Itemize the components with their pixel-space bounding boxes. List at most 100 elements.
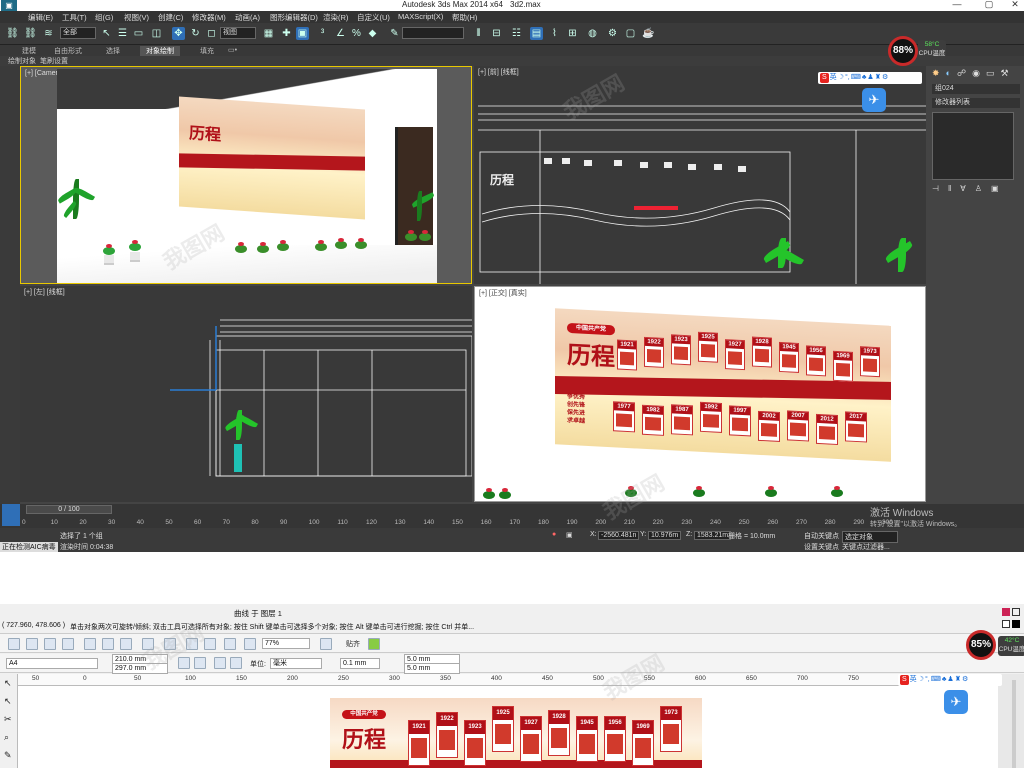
coord-z[interactable]: 1583.21m (694, 531, 732, 540)
coord-x[interactable]: -2560.481n (598, 531, 640, 540)
shirt-icon[interactable]: ♜ (875, 73, 881, 83)
vertical-scrollbar[interactable] (1012, 680, 1016, 768)
schematic-view-icon[interactable]: ⊞ (566, 27, 579, 40)
skin-icon[interactable]: ♣ (862, 73, 867, 83)
moon-icon[interactable]: ☽ (838, 73, 844, 83)
utilities-tab-icon[interactable]: ⚒ (1000, 68, 1008, 80)
key-filters-button[interactable]: 关键点过滤器... (842, 542, 890, 552)
menu-modifiers[interactable]: 修改器(M) (192, 12, 226, 23)
full-screen-icon[interactable] (320, 638, 332, 650)
coord-y[interactable]: 10.976m (648, 531, 682, 540)
tab-selection[interactable]: 选择 (106, 46, 120, 56)
drawing-canvas[interactable]: 中国共产党 历程 1921 1922 1923 1925 1927 1928 1945 195… (18, 686, 998, 768)
duplicate-distance-y[interactable]: 5.0 mm (404, 663, 460, 674)
wall-graphic-corel[interactable]: 中国共产党 历程 1921 1922 1923 1925 1927 1928 1945 195… (330, 698, 702, 768)
remove-modifier-icon[interactable]: ♙ (975, 184, 982, 194)
ime-lang-2[interactable]: 英 (910, 675, 917, 685)
scale-icon[interactable]: ◻ (205, 27, 218, 40)
fill-swatch[interactable] (1002, 608, 1010, 616)
white-swatch[interactable] (1002, 620, 1010, 628)
menu-animation[interactable]: 动画(A) (235, 12, 260, 23)
tab-populate[interactable]: 填充 (200, 46, 214, 56)
percent-snap-icon[interactable]: % (350, 27, 363, 40)
page-height-field[interactable]: 297.0 mm (112, 663, 168, 674)
create-tab-icon[interactable]: ✸ (932, 68, 940, 80)
snap-toggle-icon[interactable]: ³ (316, 27, 329, 40)
nudge-distance-field[interactable]: 0.1 mm (340, 658, 380, 669)
auto-key-button[interactable]: 自动关键点 (804, 531, 839, 541)
punct-icon-2[interactable]: °, (925, 675, 930, 685)
color-swatches[interactable] (1000, 606, 1022, 632)
set-key-button[interactable]: 设置关键点 (804, 542, 839, 552)
ime-toolbar-corel[interactable]: S 英 ☽ °, ⌨ ♣ ♟ ♜ ⚙ (898, 674, 1002, 686)
new-icon[interactable] (8, 638, 20, 650)
save-icon[interactable] (44, 638, 56, 650)
menu-edit[interactable]: 编辑(E) (28, 12, 53, 23)
configure-sets-icon[interactable]: ▣ (991, 184, 999, 194)
launcher-icon[interactable] (224, 638, 236, 650)
keyboard-icon[interactable]: ⌨ (851, 73, 861, 83)
menu-create[interactable]: 创建(C) (158, 12, 183, 23)
shirt-icon-2[interactable]: ♜ (955, 675, 961, 685)
open-icon[interactable] (26, 638, 38, 650)
named-selection-sets[interactable] (402, 27, 464, 39)
unlink-icon[interactable]: ⛓ (24, 27, 37, 40)
assistant-bird-icon-2[interactable]: ✈ (944, 690, 968, 714)
user-icon-2[interactable]: ♟ (947, 675, 953, 685)
keyboard-icon-2[interactable]: ⌨ (931, 675, 941, 685)
settings-icon-2[interactable]: ⚙ (962, 675, 968, 685)
select-by-name-icon[interactable]: ☰ (116, 27, 129, 40)
render-setup-icon[interactable]: ⚙ (606, 27, 619, 40)
modifier-stack[interactable] (932, 112, 1014, 180)
link-icon[interactable]: ⛓ (6, 27, 19, 40)
menu-maxscript[interactable]: MAXScript(X) (398, 12, 443, 21)
portrait-icon[interactable] (178, 657, 190, 669)
viewport-camera[interactable]: [+] [Camera001] [真实] 历程 (20, 66, 472, 284)
options-icon[interactable] (368, 638, 380, 650)
export-icon[interactable] (204, 638, 216, 650)
units-dropdown[interactable]: 毫米 (270, 658, 322, 669)
hierarchy-tab-icon[interactable]: ☍ (957, 68, 966, 80)
rect-region-icon[interactable]: ▭ (132, 27, 145, 40)
moon-icon-2[interactable]: ☽ (918, 675, 924, 685)
zoom-dropdown[interactable]: 77% (262, 638, 310, 649)
skin-icon-2[interactable]: ♣ (942, 675, 947, 685)
motion-tab-icon[interactable]: ◉ (972, 68, 980, 80)
display-tab-icon[interactable]: ▭ (986, 68, 995, 80)
close-icon[interactable]: ✕ (1008, 0, 1022, 10)
ribbon-options-icon[interactable]: ▭• (228, 46, 237, 54)
minimize-icon[interactable]: — (950, 0, 964, 10)
rotate-icon[interactable]: ↻ (189, 27, 202, 40)
angle-snap-icon[interactable]: ∠ (334, 27, 347, 40)
render-production-icon[interactable]: ☕ (642, 27, 655, 40)
object-name-field[interactable]: 组024 (932, 84, 1020, 94)
move-icon[interactable]: ✥ (172, 27, 185, 40)
black-swatch[interactable] (1012, 620, 1020, 628)
material-editor-icon[interactable]: ◍ (586, 27, 599, 40)
landscape-icon[interactable] (194, 657, 206, 669)
paste-icon[interactable] (120, 638, 132, 650)
all-pages-icon[interactable] (214, 657, 226, 669)
selection-filter-dropdown[interactable]: 全部 (60, 27, 96, 39)
ime-lang[interactable]: 英 (830, 73, 837, 83)
current-page-icon[interactable] (230, 657, 242, 669)
timeline-ruler[interactable]: 0 10 20 30 40 50 60 70 80 90 100 110 120 130 140 150 160… (22, 515, 893, 527)
settings-icon[interactable]: ⚙ (882, 73, 888, 83)
page-size-dropdown[interactable]: A4 (6, 658, 98, 669)
reference-coord-dropdown[interactable]: 视图 (220, 27, 256, 39)
pin-stack-icon[interactable]: ⊣ (932, 184, 939, 194)
tab-freeform[interactable]: 自由形式 (54, 46, 82, 56)
menu-views[interactable]: 视图(V) (124, 12, 149, 23)
paint-objects-label[interactable]: 绘制对象 (8, 56, 36, 66)
pick-tool-icon[interactable]: ↖ (4, 678, 12, 689)
zoom-tool-icon[interactable]: ⌕ (4, 732, 9, 743)
select-object-icon[interactable]: ↖ (100, 27, 113, 40)
lock-icon[interactable]: ● (552, 531, 556, 538)
spinner-snap-icon[interactable]: ◆ (366, 27, 379, 40)
menu-help[interactable]: 帮助(H) (452, 12, 477, 23)
user-icon[interactable]: ♟ (867, 73, 873, 83)
menu-rendering[interactable]: 渲染(R) (323, 12, 348, 23)
keyboard-shortcut-icon[interactable]: ▣ (296, 27, 309, 40)
curve-editor-icon[interactable]: ⌇ (548, 27, 561, 40)
layer-manager-icon[interactable]: ☷ (510, 27, 523, 40)
